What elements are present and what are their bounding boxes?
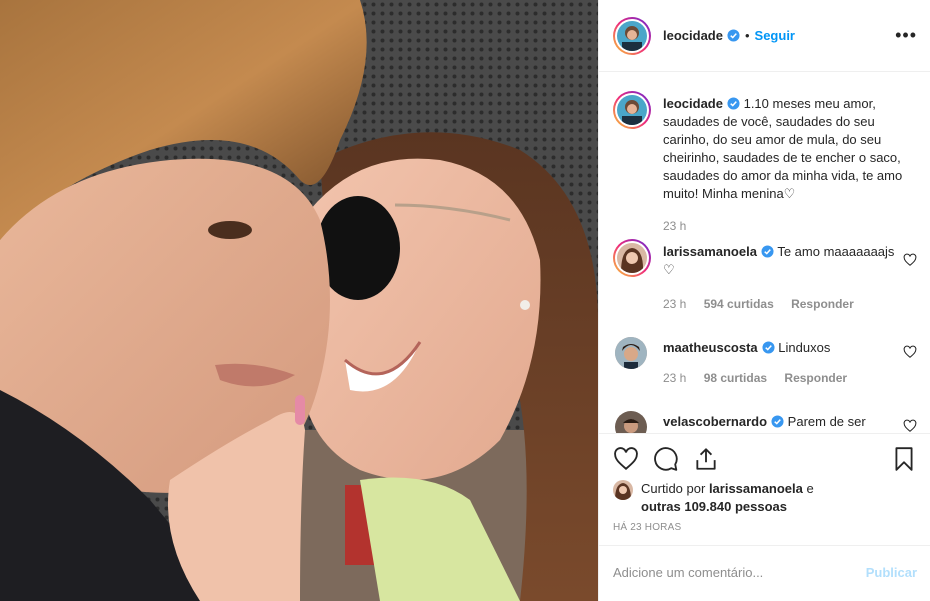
verified-badge-icon	[727, 97, 740, 110]
more-options-icon[interactable]: •••	[895, 26, 917, 44]
follow-button[interactable]: Seguir	[755, 28, 795, 43]
author-avatar[interactable]	[613, 16, 651, 55]
caption-avatar[interactable]	[613, 91, 651, 129]
comment-like-icon[interactable]	[903, 253, 917, 267]
comment-like-icon[interactable]	[903, 419, 917, 433]
comment-username[interactable]: velascobernardo	[663, 414, 767, 429]
post-photo[interactable]	[0, 0, 598, 601]
liked-prefix: Curtido por	[641, 481, 706, 496]
post-header: leocidade • Seguir •••	[599, 0, 930, 72]
like-icon[interactable]	[613, 446, 639, 472]
post-actions	[599, 433, 930, 483]
comments-list[interactable]: leocidade 1.10 meses meu amor, saudades …	[599, 73, 930, 433]
comment-body: Linduxos	[778, 340, 831, 355]
comment-like-icon[interactable]	[903, 345, 917, 359]
caption-username[interactable]: leocidade	[663, 96, 723, 111]
share-icon[interactable]	[693, 446, 719, 472]
save-icon[interactable]	[891, 446, 917, 472]
publish-button[interactable]: Publicar	[866, 565, 917, 580]
selfie-image	[0, 0, 598, 601]
verified-badge-icon	[761, 245, 774, 258]
comment-item: velascobernardo Parem de ser	[613, 409, 917, 433]
commenter-avatar[interactable]	[613, 239, 651, 277]
separator-dot: •	[744, 28, 750, 43]
comment-text: velascobernardo Parem de ser	[663, 413, 903, 431]
comment-username[interactable]: larissamanoela	[663, 244, 757, 259]
comment-likes[interactable]: 594 curtidas	[704, 297, 774, 311]
verified-badge-icon	[727, 29, 740, 42]
comment-text: larissamanoela Te amo maaaaaaajs ♡	[663, 243, 903, 279]
liked-by-text: Curtido por larissamanoela e outras 109.…	[641, 480, 814, 516]
post-timestamp[interactable]: HÁ 23 HORAS	[613, 522, 681, 533]
post-panel: leocidade • Seguir ••• leocidade 1.10 me…	[598, 0, 930, 601]
liked-user[interactable]: larissamanoela	[709, 481, 803, 496]
commenter-avatar[interactable]	[615, 411, 647, 433]
comment-icon[interactable]	[653, 446, 679, 472]
verified-badge-icon	[771, 415, 784, 428]
comment-time: 23 h	[663, 371, 687, 385]
commenter-avatar[interactable]	[615, 337, 647, 369]
caption-item: leocidade 1.10 meses meu amor, saudades …	[613, 91, 917, 241]
comment-meta: 23 h 98 curtidas Responder	[663, 371, 861, 385]
comment-body: Parem de ser	[787, 414, 866, 429]
liked-mid: e	[806, 481, 814, 496]
comment-likes[interactable]: 98 curtidas	[704, 371, 767, 385]
caption-time: 23 h	[663, 219, 687, 233]
comment-text: maatheuscosta Linduxos	[663, 339, 903, 357]
comment-input[interactable]: Adicione um comentário...	[613, 565, 763, 580]
reply-button[interactable]: Responder	[791, 297, 854, 311]
caption-meta: 23 h	[663, 219, 700, 233]
liked-others[interactable]: outras 109.840 pessoas	[641, 499, 787, 514]
comment-username[interactable]: maatheuscosta	[663, 340, 758, 355]
comment-item: larissamanoela Te amo maaaaaaajs ♡ 23 h …	[613, 239, 917, 319]
verified-badge-icon	[762, 341, 775, 354]
comment-time: 23 h	[663, 297, 687, 311]
comment-item: maatheuscosta Linduxos 23 h 98 curtidas …	[613, 335, 917, 405]
author-username[interactable]: leocidade	[663, 28, 723, 43]
add-comment-bar: Adicione um comentário... Publicar	[599, 545, 930, 601]
liker-avatar[interactable]	[613, 480, 633, 500]
comment-meta: 23 h 594 curtidas Responder	[663, 297, 868, 311]
reply-button[interactable]: Responder	[784, 371, 847, 385]
caption-body: 1.10 meses meu amor, saudades de você, s…	[663, 96, 903, 201]
caption-text: leocidade 1.10 meses meu amor, saudades …	[663, 95, 903, 203]
